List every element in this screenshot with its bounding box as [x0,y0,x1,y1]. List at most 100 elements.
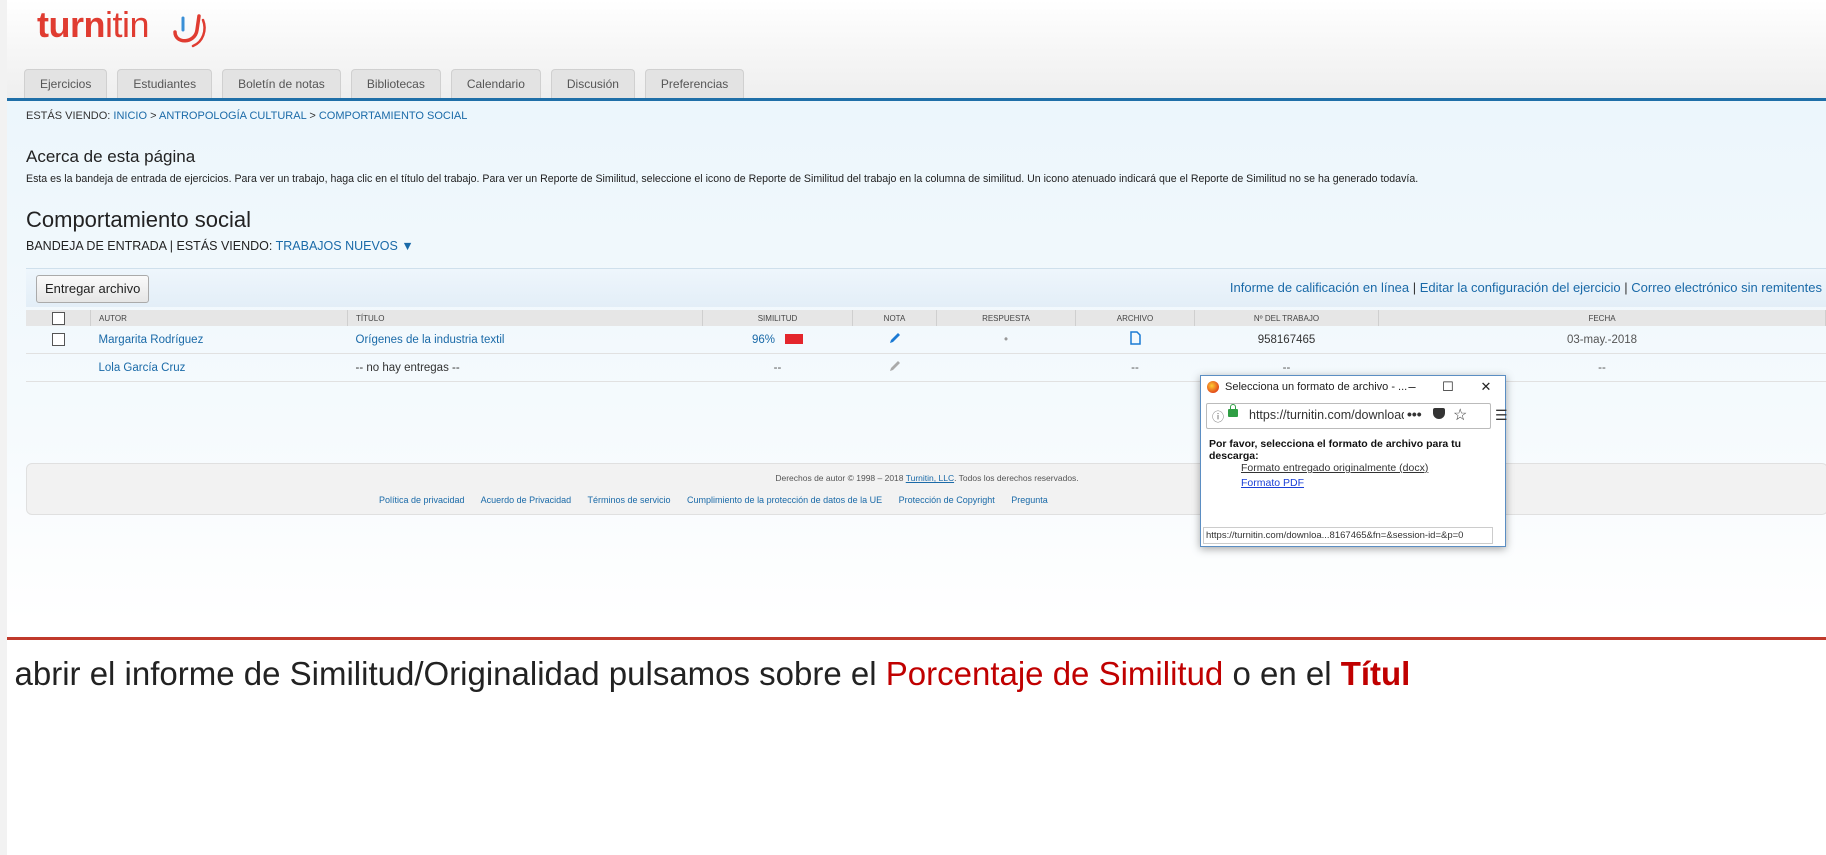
questions-link[interactable]: Pregunta [1011,495,1048,505]
col-similarity[interactable]: SIMILITUD [702,310,853,326]
pencil-icon[interactable] [888,359,902,373]
file-cell: -- [1075,353,1195,382]
tab-calendario[interactable]: Calendario [450,69,541,99]
similarity-cell: -- [702,353,853,382]
col-paper-id[interactable]: Nº DEL TRABAJO [1194,310,1379,326]
action-sep: | [1409,280,1420,295]
col-author[interactable]: AUTOR [90,310,348,326]
address-bar[interactable]: ⓘ https://turnitin.com/download ••• ☆ [1206,403,1491,429]
action-sep: | [1620,280,1632,295]
tab-estudiantes[interactable]: Estudiantes [117,69,213,99]
terms-link[interactable]: Términos de servicio [587,495,670,505]
header: turnitin Ejercicios Estudiantes Boletín … [7,0,1826,100]
caption-highlight-similarity: Porcentaje de Similitud [885,655,1224,692]
pocket-icon[interactable] [1433,408,1445,419]
table-header-row: AUTOR TÍTULO SIMILITUD NOTA RESPUESTA AR… [26,310,1826,326]
download-file-icon[interactable] [1129,331,1141,345]
copyright-pre: Derechos de autor © 1998 – 2018 [775,473,906,483]
caption-highlight-title: Títul [1340,655,1411,692]
grading-report-link[interactable]: Informe de calificación en línea [1230,280,1409,295]
tab-bibliotecas[interactable]: Bibliotecas [350,69,441,99]
title-cell: Orígenes de la industria textil [347,326,703,354]
privacy-policy-link[interactable]: Política de privacidad [379,495,465,505]
privacy-agreement-link[interactable]: Acuerdo de Privacidad [481,495,572,505]
view-filter-dropdown[interactable]: TRABAJOS NUEVOS ▼ [276,239,414,253]
response-cell: • [936,326,1076,354]
author-cell: Margarita Rodríguez [90,326,348,354]
breadcrumb-home[interactable]: INICIO [113,110,147,122]
table-row: Lola García Cruz -- no hay entregas -- -… [26,353,1826,382]
submit-file-button[interactable]: Entregar archivo [36,275,150,303]
title-cell: -- no hay entregas -- [347,353,703,382]
breadcrumb-prefix: ESTÁS VIENDO: [26,110,114,122]
email-non-submitters-link[interactable]: Correo electrónico sin remitentes [1631,280,1822,295]
author-link[interactable]: Margarita Rodríguez [99,334,204,346]
status-bar-url: https://turnitin.com/downloa...8167465&f… [1203,527,1493,544]
turnitin-llc-link[interactable]: Turnitin, LLC [906,473,954,483]
grade-cell [852,326,937,354]
file-cell [1075,326,1195,354]
minimize-icon[interactable]: – [1403,379,1421,394]
paper-title-link[interactable]: Orígenes de la industria textil [356,334,505,346]
main-tabs: Ejercicios Estudiantes Boletín de notas … [24,69,745,99]
col-date[interactable]: FECHA [1378,310,1826,326]
breadcrumb: ESTÁS VIENDO: INICIO > ANTROPOLOGÍA CULT… [26,110,467,122]
similarity-cell: 96% [702,326,853,354]
table-row: Margarita Rodríguez Orígenes de la indus… [26,326,1826,354]
about-title: Acerca de esta página [26,147,196,166]
col-file[interactable]: ARCHIVO [1075,310,1195,326]
copyright-protection-link[interactable]: Protección de Copyright [899,495,995,505]
more-actions-icon[interactable]: ••• [1407,406,1422,422]
tab-preferencias[interactable]: Preferencias [644,69,745,99]
firefox-icon [1207,381,1219,393]
similarity-percent[interactable]: 96% [752,334,775,346]
breadcrumb-current[interactable]: COMPORTAMIENTO SOCIAL [319,110,468,122]
dialog-title: Selecciona un formato de archivo - ... [1225,381,1408,393]
col-title[interactable]: TÍTULO [347,310,703,326]
pencil-icon[interactable] [888,331,902,345]
caption-divider [7,637,1826,640]
eu-data-link[interactable]: Cumplimiento de la protección de datos d… [687,495,882,505]
url-text[interactable]: https://turnitin.com/download [1249,408,1404,422]
row-checkbox[interactable] [51,333,65,346]
action-bar: Entregar archivo Informe de calificación… [26,268,1826,307]
info-icon[interactable]: ⓘ [1212,408,1224,425]
tab-discusion[interactable]: Discusión [550,69,635,99]
caption-part-3: o en el [1223,655,1341,692]
footer: Derechos de autor © 1998 – 2018 Turnitin… [26,463,1826,515]
download-prompt: Por favor, selecciona el formato de arch… [1209,438,1462,462]
main-content: ESTÁS VIENDO: INICIO > ANTROPOLOGÍA CULT… [7,101,1826,751]
tutorial-caption: a abrir el informe de Similitud/Original… [7,655,1410,693]
bookmark-star-icon[interactable]: ☆ [1453,405,1467,425]
breadcrumb-course[interactable]: ANTROPOLOGÍA CULTURAL [159,110,306,122]
select-all-header [26,310,91,326]
inbox-label: BANDEJA DE ENTRADA | ESTÁS VIENDO: [26,239,276,253]
paper-id-cell: 958167465 [1194,326,1379,354]
similarity-color-indicator[interactable] [785,334,804,345]
turnitin-logo[interactable]: turnitin [37,4,206,48]
col-grade[interactable]: NOTA [852,310,937,326]
dialog-titlebar: Selecciona un formato de archivo - ... –… [1201,376,1505,399]
author-link[interactable]: Lola García Cruz [99,362,186,374]
breadcrumb-sep: > [306,110,319,122]
logo-text-2: itin [104,4,150,45]
logo-mark-icon [173,14,206,48]
copyright: Derechos de autor © 1998 – 2018 Turnitin… [27,473,1826,483]
hamburger-menu-icon[interactable]: ☰ [1495,407,1508,424]
about-text: Esta es la bandeja de entrada de ejercic… [26,173,1419,185]
response-dot: • [1003,333,1009,346]
breadcrumb-sep: > [147,110,159,122]
pdf-format-link[interactable]: Formato PDF [1241,477,1304,489]
original-format-link[interactable]: Formato entregado originalmente (docx) [1241,462,1428,474]
col-response[interactable]: RESPUESTA [936,310,1076,326]
edit-settings-link[interactable]: Editar la configuración del ejercicio [1420,280,1621,295]
logo-text-1: turn [37,4,105,45]
tab-boletin[interactable]: Boletín de notas [222,69,341,99]
turnitin-page: turnitin Ejercicios Estudiantes Boletín … [7,0,1826,855]
maximize-icon[interactable]: ☐ [1439,379,1457,395]
response-cell [936,353,1076,382]
tab-ejercicios[interactable]: Ejercicios [24,69,108,99]
select-all-checkbox[interactable] [51,311,65,325]
author-cell: Lola García Cruz [90,353,348,382]
close-icon[interactable]: ✕ [1477,379,1495,395]
